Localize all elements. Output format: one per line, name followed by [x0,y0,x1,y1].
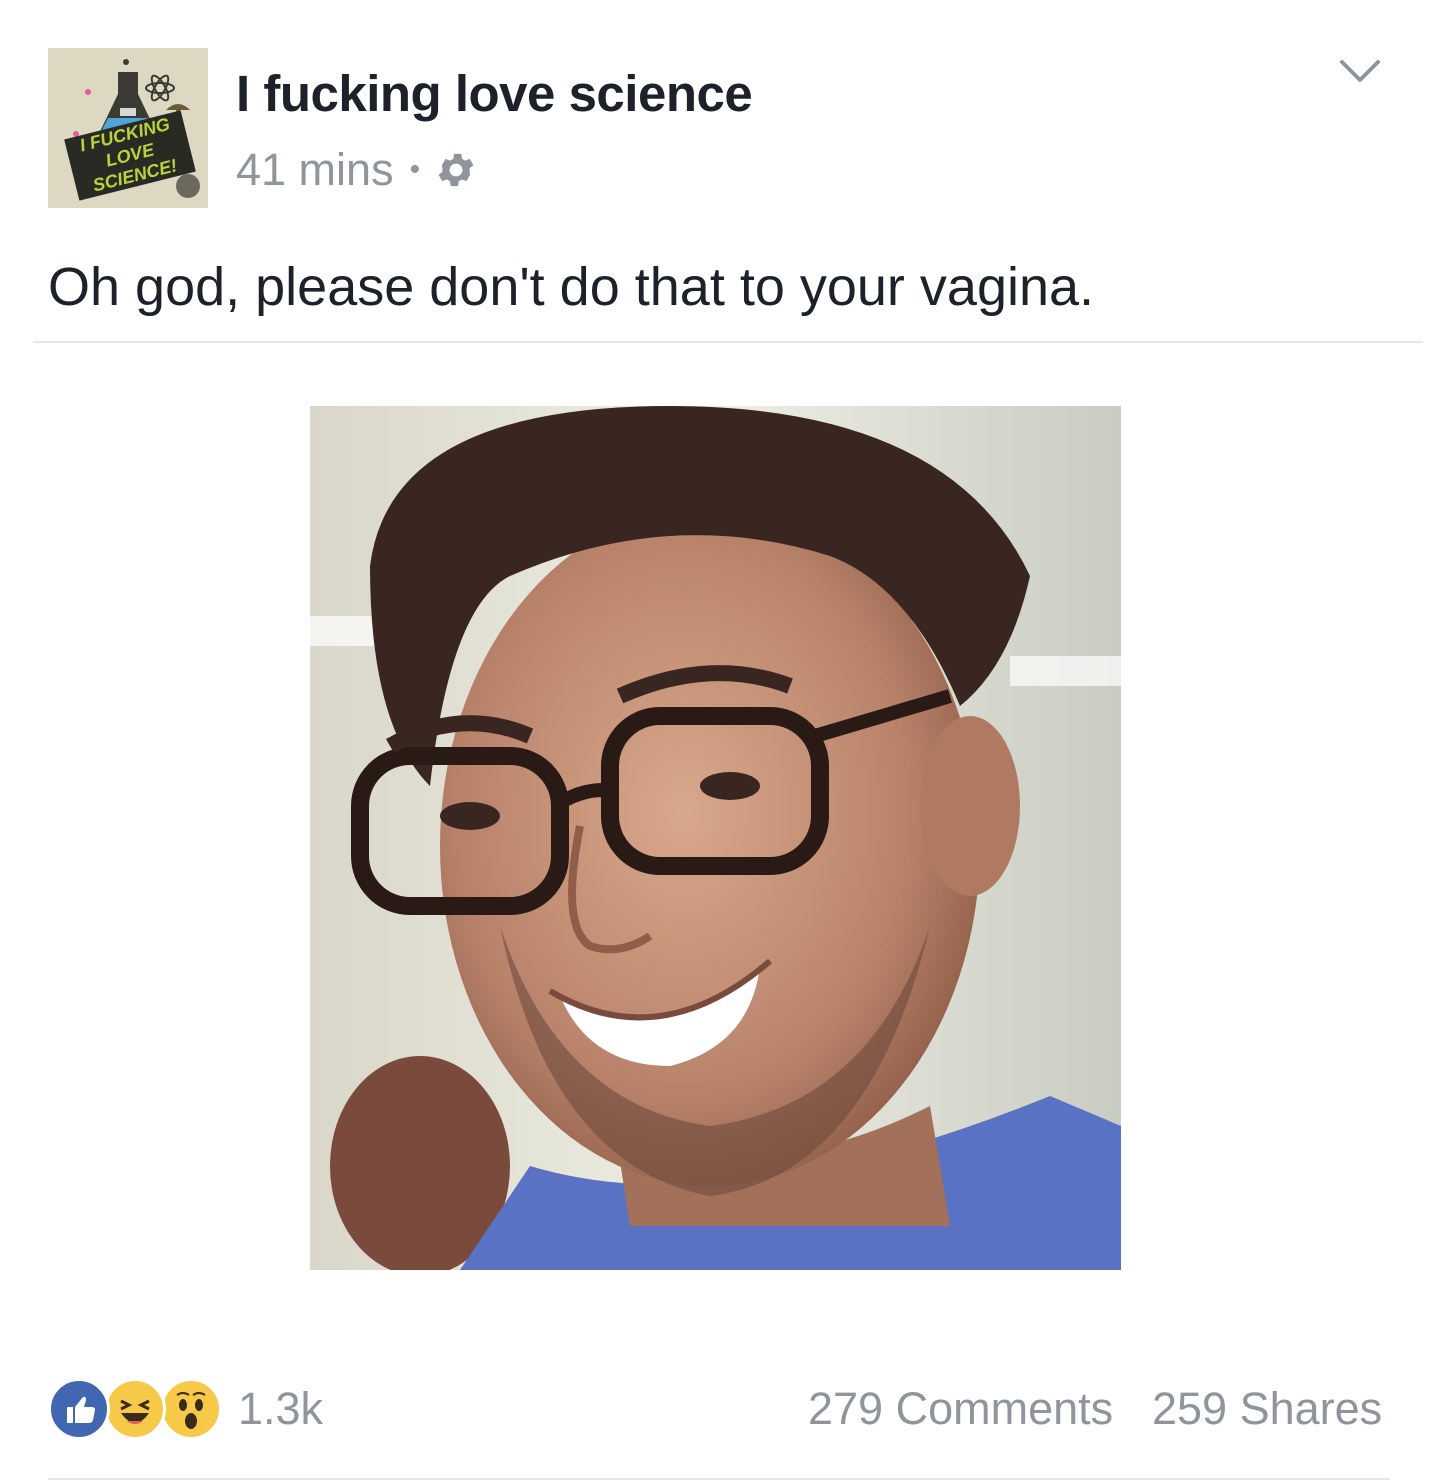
post-photo[interactable] [310,406,1121,1270]
post-divider [33,341,1423,343]
comments-count-link[interactable]: 279 Comments [808,1383,1113,1435]
laughing-face-icon [104,1378,166,1440]
person-photo [310,406,1121,1270]
thumbs-up-icon [48,1378,110,1440]
post-text: Oh god, please don't do that to your vag… [48,257,1095,317]
reaction-summary[interactable]: 1.3k [48,1378,323,1440]
page-name-link[interactable]: I fucking love science [236,64,753,123]
footer-divider [48,1478,1390,1480]
post-timestamp[interactable]: 41 mins [236,144,394,196]
reaction-count: 1.3k [238,1383,324,1434]
shares-count-link[interactable]: 259 Shares [1152,1383,1382,1435]
surprised-face-icon [160,1378,222,1440]
chevron-down-icon[interactable] [1336,52,1384,92]
gear-icon[interactable] [434,148,478,192]
page-avatar[interactable]: I FUCKING LOVE SCIENCE! [48,48,208,208]
meta-separator: • [409,153,421,186]
post-meta: 41 mins • [236,142,478,198]
